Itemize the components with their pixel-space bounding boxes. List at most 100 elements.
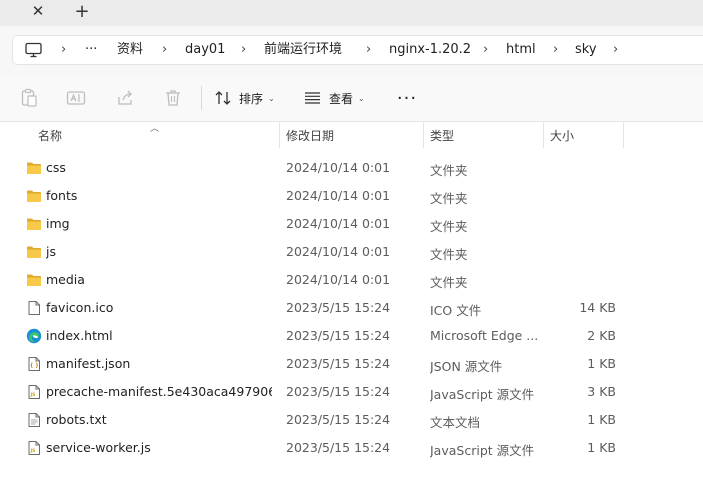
file-type: 文本文档 (430, 415, 481, 430)
file-type: JavaScript 源文件 (430, 387, 535, 402)
svg-text:JS: JS (30, 392, 36, 398)
tab-strip: ✕ + (0, 0, 703, 26)
file-date: 2023/5/15 15:24 (286, 328, 391, 343)
breadcrumb-separator-icon[interactable]: › (553, 42, 558, 58)
folder-icon (27, 274, 41, 286)
file-name: manifest.json (46, 356, 131, 371)
file-type: ICO 文件 (430, 303, 482, 318)
json-file-icon (28, 357, 40, 371)
file-name: favicon.ico (46, 300, 114, 315)
breadcrumb-separator-icon[interactable]: › (162, 42, 167, 58)
breadcrumb-separator-icon[interactable]: › (366, 42, 371, 58)
column-resize-handle[interactable] (279, 122, 280, 148)
column-header-name[interactable]: 名称 (38, 127, 62, 144)
delete-icon[interactable] (163, 88, 183, 108)
file-name: media (46, 272, 85, 287)
breadcrumb-item-current[interactable]: sky (575, 42, 597, 58)
breadcrumb[interactable]: › ··· 资料 › day01 › 前端运行环境 › nginx-1.20.2… (12, 35, 703, 65)
file-type: 文件夹 (430, 219, 468, 234)
file-row[interactable]: css 2024/10/14 0:01 文件夹 (0, 154, 703, 182)
folder-icon (27, 162, 41, 174)
breadcrumb-item[interactable]: nginx-1.20.2 (389, 42, 471, 58)
breadcrumb-separator-icon[interactable]: › (241, 42, 246, 58)
computer-icon[interactable] (25, 42, 42, 58)
breadcrumb-overflow[interactable]: ··· (85, 42, 97, 58)
sort-label: 排序 (239, 91, 264, 106)
text-file-icon (28, 413, 40, 427)
breadcrumb-separator-icon[interactable]: › (483, 42, 488, 58)
file-size: 2 KB (587, 328, 616, 343)
file-type: Microsoft Edge ... (430, 328, 538, 343)
chevron-down-icon: ⌄ (358, 93, 365, 103)
edge-icon (26, 328, 42, 344)
sort-icon (215, 91, 231, 105)
breadcrumb-item[interactable]: 前端运行环境 (264, 42, 342, 58)
file-date: 2024/10/14 0:01 (286, 160, 391, 175)
file-row[interactable]: media 2024/10/14 0:01 文件夹 (0, 266, 703, 294)
column-resize-handle[interactable] (623, 122, 624, 148)
chevron-down-icon: ⌄ (268, 93, 275, 103)
file-type: JavaScript 源文件 (430, 443, 535, 458)
file-date: 2024/10/14 0:01 (286, 272, 391, 287)
file-size: 3 KB (587, 384, 616, 399)
column-headers: ︿ 名称 修改日期 类型 大小 (0, 122, 703, 148)
breadcrumb-separator-icon[interactable]: › (613, 42, 618, 58)
file-date: 2023/5/15 15:24 (286, 356, 391, 371)
address-bar: › ··· 资料 › day01 › 前端运行环境 › nginx-1.20.2… (0, 26, 703, 74)
file-row[interactable]: js 2024/10/14 0:01 文件夹 (0, 238, 703, 266)
file-size: 1 KB (587, 356, 616, 371)
column-header-date[interactable]: 修改日期 (286, 127, 334, 144)
breadcrumb-item[interactable]: html (506, 42, 536, 58)
breadcrumb-item[interactable]: day01 (185, 42, 225, 58)
new-tab-icon[interactable]: + (71, 1, 93, 22)
file-size: 14 KB (579, 300, 616, 315)
file-name: service-worker.js (46, 440, 151, 455)
file-name: robots.txt (46, 412, 107, 427)
file-size: 1 KB (587, 412, 616, 427)
column-header-type[interactable]: 类型 (430, 127, 454, 144)
file-type: JSON 源文件 (430, 359, 503, 374)
paste-icon[interactable] (19, 88, 39, 108)
file-date: 2023/5/15 15:24 (286, 412, 391, 427)
file-type: 文件夹 (430, 275, 468, 290)
file-row[interactable]: robots.txt 2023/5/15 15:24 文本文档 1 KB (0, 406, 703, 434)
file-date: 2024/10/14 0:01 (286, 188, 391, 203)
file-date: 2023/5/15 15:24 (286, 300, 391, 315)
view-label: 查看 (329, 91, 354, 106)
file-row[interactable]: index.html 2023/5/15 15:24 Microsoft Edg… (0, 322, 703, 350)
file-row[interactable]: img 2024/10/14 0:01 文件夹 (0, 210, 703, 238)
share-icon[interactable] (116, 88, 136, 108)
file-type: 文件夹 (430, 247, 468, 262)
folder-icon (27, 218, 41, 230)
file-name: precache-manifest.5e430aca4979062... (46, 384, 272, 399)
close-tab-icon[interactable]: ✕ (27, 1, 49, 21)
column-resize-handle[interactable] (543, 122, 544, 148)
file-row[interactable]: manifest.json 2023/5/15 15:24 JSON 源文件 1… (0, 350, 703, 378)
file-date: 2024/10/14 0:01 (286, 244, 391, 259)
file-type: 文件夹 (430, 191, 468, 206)
js-file-icon: JS (28, 441, 40, 455)
command-bar: 排序 ⌄ 查看 ⌄ ··· (0, 74, 703, 122)
folder-icon (27, 190, 41, 202)
file-size: 1 KB (587, 440, 616, 455)
rename-icon[interactable] (66, 88, 86, 108)
folder-icon (27, 246, 41, 258)
view-icon (305, 92, 320, 104)
file-row[interactable]: JS service-worker.js 2023/5/15 15:24 Jav… (0, 434, 703, 462)
breadcrumb-separator-icon[interactable]: › (61, 42, 66, 58)
view-button[interactable]: 查看 ⌄ (304, 88, 365, 108)
file-row[interactable]: JS precache-manifest.5e430aca4979062... … (0, 378, 703, 406)
file-row[interactable]: fonts 2024/10/14 0:01 文件夹 (0, 182, 703, 210)
file-date: 2023/5/15 15:24 (286, 440, 391, 455)
column-header-size[interactable]: 大小 (550, 127, 574, 144)
column-resize-handle[interactable] (423, 122, 424, 148)
sort-button[interactable]: 排序 ⌄ (215, 88, 275, 108)
more-options-icon[interactable]: ··· (396, 88, 418, 109)
toolbar-divider (201, 86, 202, 110)
file-icon (28, 301, 40, 315)
file-name: css (46, 160, 66, 175)
file-row[interactable]: favicon.ico 2023/5/15 15:24 ICO 文件 14 KB (0, 294, 703, 322)
breadcrumb-item[interactable]: 资料 (117, 42, 143, 58)
file-type: 文件夹 (430, 163, 468, 178)
file-name: img (46, 216, 70, 231)
